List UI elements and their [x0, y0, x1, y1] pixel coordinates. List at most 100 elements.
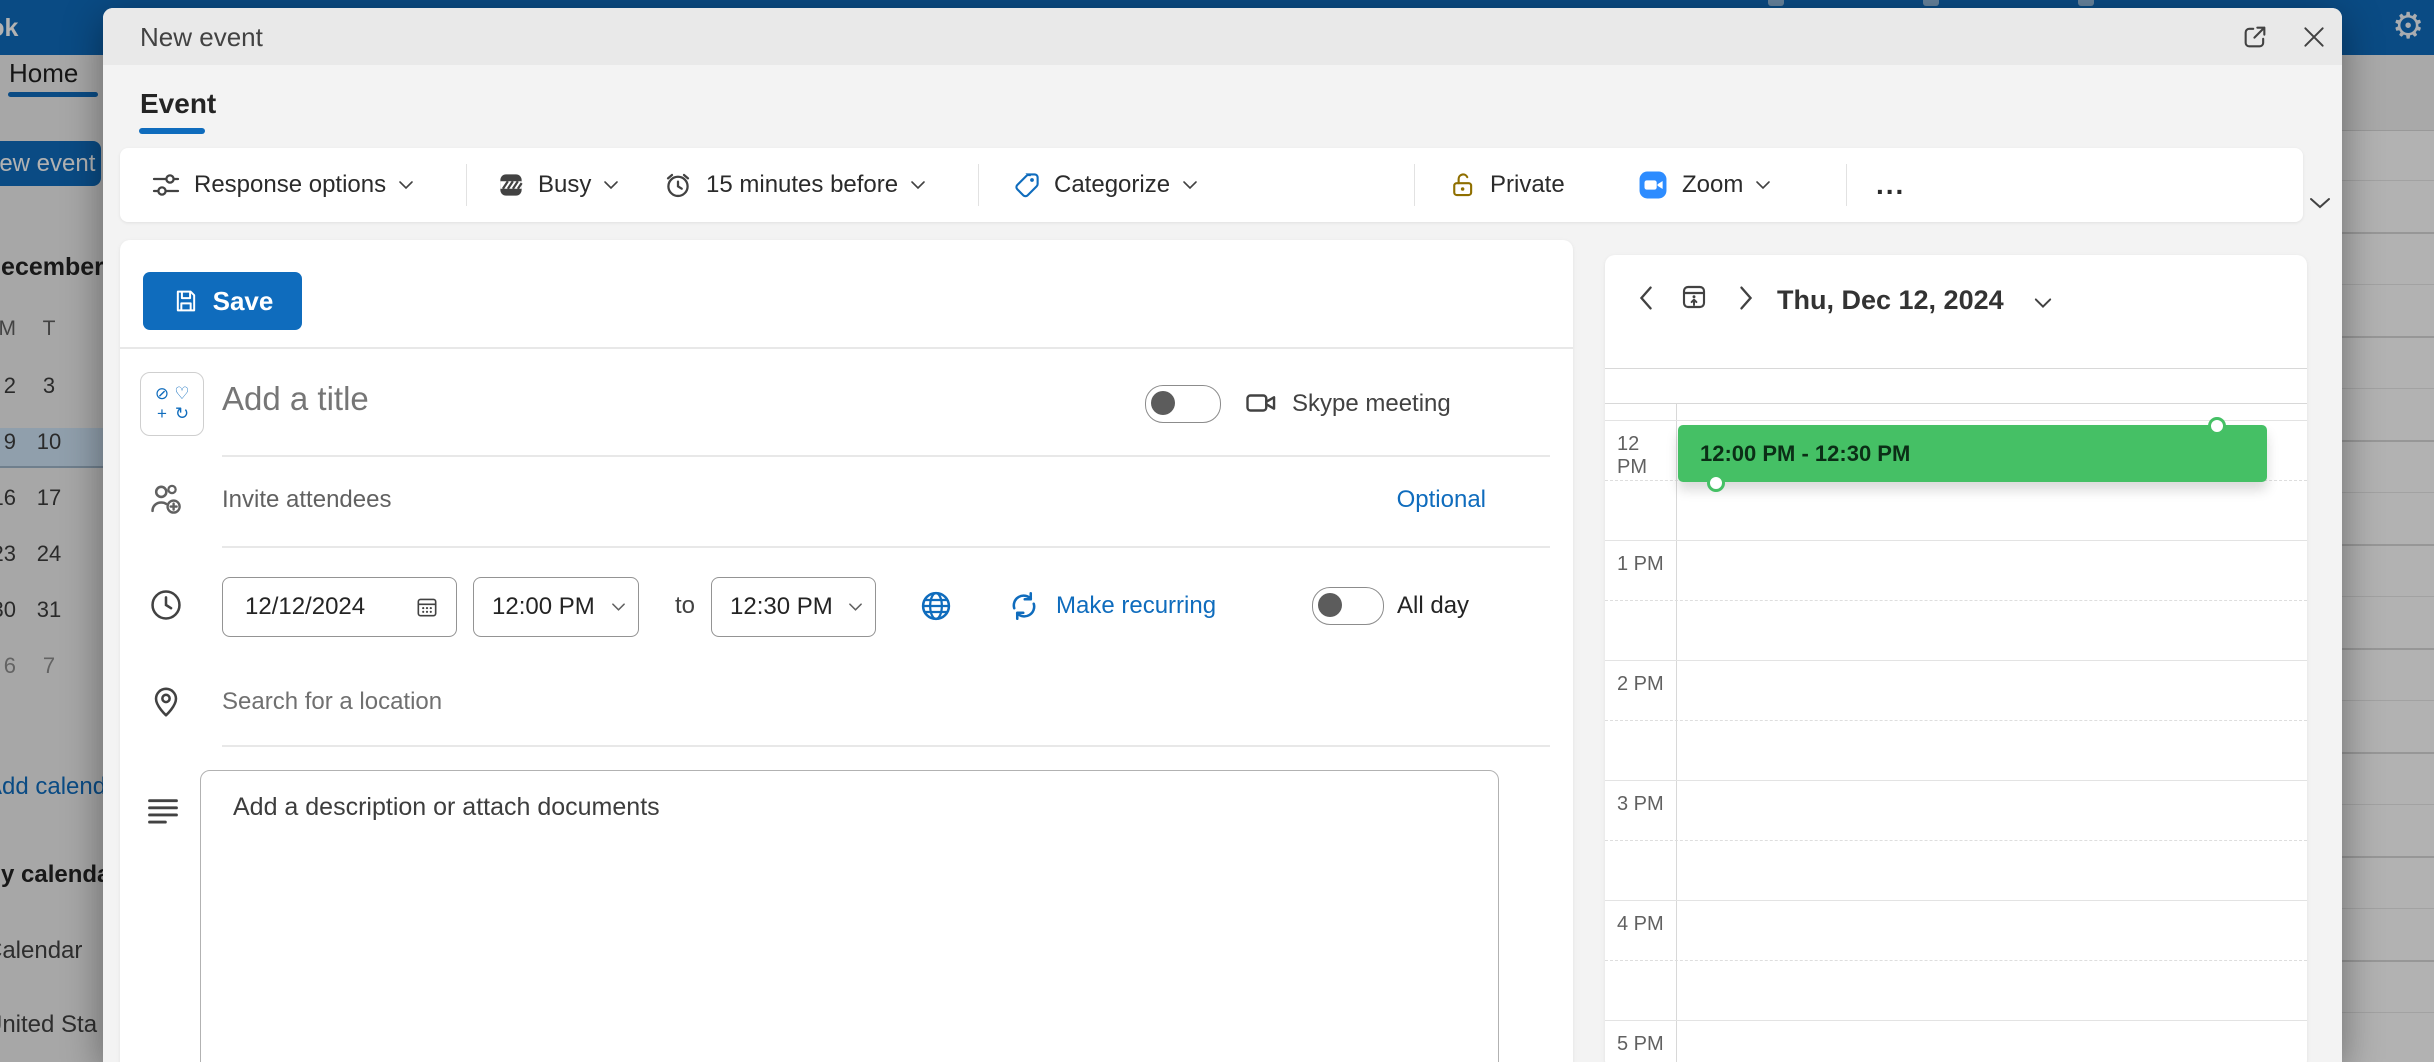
close-icon — [2301, 24, 2327, 50]
chevron-down-icon — [611, 602, 626, 612]
toolbar-divider — [978, 164, 979, 206]
toolbar-divider — [466, 164, 467, 206]
private-label: Private — [1490, 171, 1565, 199]
prohibit-glyph: ⊘ — [153, 385, 171, 403]
response-options-icon — [150, 169, 182, 201]
previous-day-button[interactable] — [1629, 281, 1663, 315]
more-options-button[interactable]: ... — [1876, 148, 1905, 222]
hour-line — [1605, 540, 2307, 541]
hour-label: 4 PM — [1617, 913, 1671, 936]
refresh-glyph: ↻ — [173, 405, 191, 423]
end-time-field[interactable]: 12:30 PM — [711, 577, 876, 637]
chevron-down-icon — [910, 180, 926, 190]
divider — [222, 455, 1550, 457]
half-hour-line — [1605, 720, 2307, 721]
busy-status-button[interactable]: Busy — [496, 148, 619, 222]
start-time-field[interactable]: 12:00 PM — [473, 577, 639, 637]
alarm-clock-icon — [662, 169, 694, 201]
close-button[interactable] — [2297, 20, 2331, 54]
lock-open-icon — [1448, 170, 1478, 200]
popout-button[interactable] — [2238, 20, 2272, 54]
description-icon — [144, 792, 182, 830]
response-options-label: Response options — [194, 171, 386, 199]
date-picker-icon — [414, 594, 440, 620]
save-label: Save — [213, 286, 274, 317]
day-preview-panel: Thu, Dec 12, 2024 12 PM 1 PM 2 PM 3 PM 4… — [1605, 255, 2307, 1062]
video-camera-icon — [1242, 385, 1280, 421]
hour-label: 5 PM — [1617, 1033, 1671, 1056]
toggle-knob — [1318, 593, 1342, 617]
event-tab-underline — [139, 128, 205, 134]
location-pin-icon — [147, 682, 185, 720]
chevron-down-icon — [398, 180, 414, 190]
chevron-down-icon — [1755, 180, 1771, 190]
hour-line — [1605, 1020, 2307, 1021]
event-block[interactable]: 12:00 PM - 12:30 PM — [1678, 425, 2267, 482]
save-icon — [172, 287, 200, 315]
hour-label: 1 PM — [1617, 553, 1671, 576]
popout-icon — [2241, 23, 2269, 51]
chevron-down-icon — [848, 602, 863, 612]
response-options-button[interactable]: Response options — [150, 148, 414, 222]
start-date-field[interactable]: 12/12/2024 — [222, 577, 457, 637]
title-input[interactable]: Add a title — [222, 380, 982, 426]
zoom-button[interactable]: Zoom — [1636, 148, 1771, 222]
all-day-toggle[interactable] — [1312, 587, 1384, 625]
divider — [222, 546, 1550, 548]
skype-meeting-toggle[interactable] — [1145, 385, 1221, 423]
divider — [120, 347, 1573, 349]
clock-icon — [147, 586, 185, 624]
hour-line — [1605, 900, 2307, 901]
invite-attendees-icon — [147, 480, 185, 518]
new-event-dialog: New event Event — [103, 8, 2342, 1062]
description-textarea[interactable]: Add a description or attach documents — [200, 770, 1499, 1062]
all-day-row-bottom-border — [1605, 403, 2307, 404]
time-gutter-border — [1676, 403, 1677, 1062]
busy-icon — [496, 170, 526, 200]
event-icon-picker-button[interactable]: ⊘♡+↻ — [140, 372, 204, 436]
toggle-knob — [1151, 391, 1175, 415]
start-time-value: 12:00 PM — [492, 593, 595, 621]
all-day-label: All day — [1397, 592, 1469, 620]
hour-line — [1605, 660, 2307, 661]
screen: Outlook ⚙ Home New event December M T 2 … — [0, 0, 2434, 1062]
collapse-toolbar-chevron[interactable] — [2306, 194, 2334, 214]
make-recurring-link[interactable]: Make recurring — [1056, 592, 1216, 620]
toolbar-divider — [1846, 164, 1847, 206]
categorize-button[interactable]: Categorize — [1012, 148, 1198, 222]
plus-glyph: + — [153, 405, 171, 423]
hour-label: 3 PM — [1617, 793, 1671, 816]
optional-attendees-link[interactable]: Optional — [1397, 486, 1486, 514]
event-resize-handle-bottom[interactable] — [1707, 474, 1725, 492]
go-to-date-button[interactable] — [1677, 280, 1711, 314]
location-input[interactable]: Search for a location — [222, 688, 442, 716]
dialog-titlebar: New event — [103, 8, 2342, 65]
calendar-jump-icon — [1678, 281, 1710, 313]
timezone-globe-icon[interactable] — [918, 588, 954, 624]
toolbar-divider — [1414, 164, 1415, 206]
hour-line — [1605, 780, 2307, 781]
description-placeholder: Add a description or attach documents — [233, 793, 660, 822]
event-form: Save ⊘♡+↻ Add a title Skype meeting — [120, 240, 1573, 1062]
heart-glyph: ♡ — [173, 385, 191, 403]
chevron-down-icon — [2033, 297, 2053, 309]
divider — [222, 745, 1550, 747]
private-button[interactable]: Private — [1448, 148, 1565, 222]
busy-label: Busy — [538, 171, 591, 199]
event-resize-handle-top[interactable] — [2208, 417, 2226, 435]
half-hour-line — [1605, 960, 2307, 961]
invite-attendees-input[interactable]: Invite attendees — [222, 486, 391, 514]
half-hour-line — [1605, 600, 2307, 601]
end-time-value: 12:30 PM — [730, 593, 833, 621]
tab-event[interactable]: Event — [140, 88, 216, 120]
recurrence-icon — [1006, 588, 1042, 624]
next-day-button[interactable] — [1729, 281, 1763, 315]
reminder-label: 15 minutes before — [706, 171, 898, 199]
save-button[interactable]: Save — [143, 272, 302, 330]
hour-line — [1605, 420, 2307, 421]
tag-icon — [1012, 170, 1042, 200]
preview-date-dropdown[interactable]: Thu, Dec 12, 2024 — [1777, 285, 2004, 316]
reminder-button[interactable]: 15 minutes before — [662, 148, 926, 222]
hour-label: 12 PM — [1617, 433, 1671, 479]
hour-label: 2 PM — [1617, 673, 1671, 696]
